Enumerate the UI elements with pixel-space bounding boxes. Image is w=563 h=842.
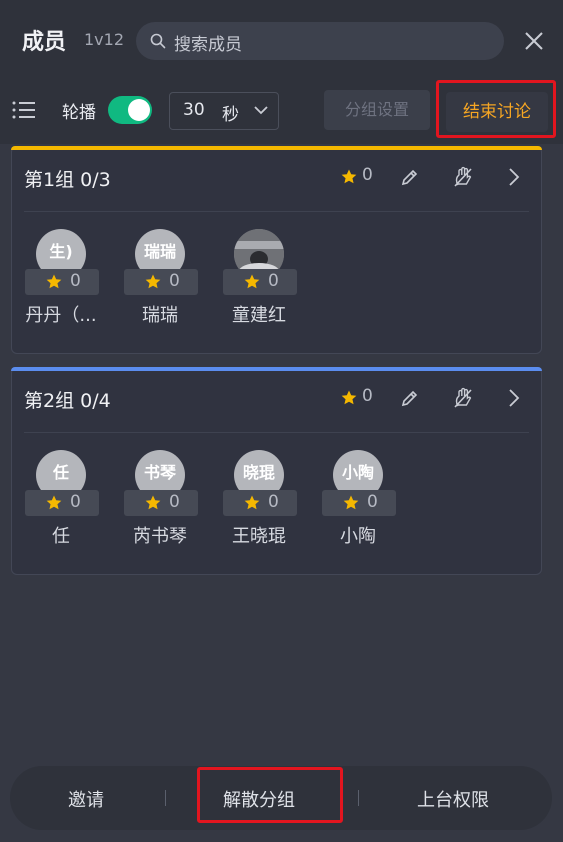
star-icon — [341, 390, 357, 405]
interval-unit: 秒 — [222, 105, 239, 125]
mute-hand-icon[interactable] — [453, 166, 473, 188]
pencil-icon[interactable] — [400, 388, 420, 408]
member-name: 童建红 — [232, 305, 286, 326]
member-score-value: 0 — [367, 492, 378, 512]
member-score: 0 — [25, 269, 99, 295]
member-score: 0 — [223, 490, 297, 516]
star-icon — [244, 274, 260, 289]
member-name: 丹丹（... — [25, 305, 97, 326]
group-accent-line — [11, 146, 542, 150]
panel-header: 成员 1v12 搜索成员 — [0, 0, 563, 78]
search-icon — [150, 33, 166, 49]
list-icon[interactable] — [12, 100, 36, 120]
member-score: 0 — [322, 490, 396, 516]
member-score: 0 — [124, 490, 198, 516]
carousel-toggle[interactable] — [108, 96, 152, 124]
member-score-value: 0 — [169, 492, 180, 512]
class-type-label: 1v12 — [84, 30, 125, 49]
group-divider — [24, 432, 529, 433]
group-card-2: 第2组 0/4 0 任 0 任 书琴 0 芮书琴 晓琨 0 王晓琨 小陶 0 小… — [11, 367, 542, 575]
member-score: 0 — [25, 490, 99, 516]
member-item[interactable]: 0 童建红 — [213, 229, 303, 329]
member-name: 任 — [52, 526, 70, 547]
star-icon — [343, 495, 359, 510]
group-divider — [24, 211, 529, 212]
search-placeholder: 搜索成员 — [174, 35, 242, 55]
search-input[interactable]: 搜索成员 — [136, 22, 504, 60]
member-item[interactable]: 小陶 0 小陶 — [312, 450, 402, 550]
member-score: 0 — [223, 269, 297, 295]
member-name: 小陶 — [340, 526, 376, 547]
group-accent-line — [11, 367, 542, 371]
panel-title: 成员 — [22, 30, 67, 55]
member-score-value: 0 — [268, 492, 279, 512]
star-icon — [145, 495, 161, 510]
highlight-box-dissolve — [197, 767, 343, 823]
group-title: 第1组 0/3 — [24, 169, 111, 191]
highlight-box-end-discussion — [436, 80, 556, 138]
star-icon — [244, 495, 260, 510]
group-title: 第2组 0/4 — [24, 390, 111, 412]
carousel-label: 轮播 — [62, 103, 96, 123]
chevron-right-icon[interactable] — [508, 388, 520, 408]
toggle-knob — [128, 99, 150, 121]
close-icon[interactable] — [523, 30, 545, 52]
member-score: 0 — [124, 269, 198, 295]
toolbar: 轮播 30 秒 分组设置 结束讨论 — [0, 78, 563, 144]
divider — [165, 790, 166, 806]
star-icon — [46, 274, 62, 289]
member-name: 瑞瑞 — [142, 305, 178, 326]
group-card-1: 第1组 0/3 0 生) 0 丹丹（... 瑞瑞 0 瑞瑞 0 童建红 — [11, 146, 542, 354]
member-name: 王晓琨 — [232, 526, 286, 547]
member-item[interactable]: 晓琨 0 王晓琨 — [213, 450, 303, 550]
members-panel: 成员 1v12 搜索成员 轮播 30 秒 分组设置 结束讨论 第1组 0/3 0… — [0, 0, 563, 842]
stage-permission-button[interactable]: 上台权限 — [417, 786, 489, 812]
chevron-right-icon[interactable] — [508, 167, 520, 187]
member-item[interactable]: 书琴 0 芮书琴 — [114, 450, 204, 550]
star-icon — [145, 274, 161, 289]
mute-hand-icon[interactable] — [453, 387, 473, 409]
member-score-value: 0 — [268, 271, 279, 291]
group-settings-button[interactable]: 分组设置 — [324, 90, 430, 130]
member-item[interactable]: 生) 0 丹丹（... — [15, 229, 105, 329]
group-stars-count: 0 — [362, 386, 373, 406]
member-score-value: 0 — [70, 492, 81, 512]
group-stars-count: 0 — [362, 165, 373, 185]
interval-value: 30 — [183, 100, 205, 120]
invite-button[interactable]: 邀请 — [68, 786, 104, 812]
member-item[interactable]: 任 0 任 — [15, 450, 105, 550]
member-score-value: 0 — [169, 271, 180, 291]
member-name: 芮书琴 — [133, 526, 187, 547]
chevron-down-icon — [254, 106, 268, 115]
pencil-icon[interactable] — [400, 167, 420, 187]
interval-select[interactable]: 30 秒 — [169, 92, 279, 130]
member-score-value: 0 — [70, 271, 81, 291]
divider — [358, 790, 359, 806]
member-item[interactable]: 瑞瑞 0 瑞瑞 — [114, 229, 204, 329]
star-icon — [341, 169, 357, 184]
star-icon — [46, 495, 62, 510]
